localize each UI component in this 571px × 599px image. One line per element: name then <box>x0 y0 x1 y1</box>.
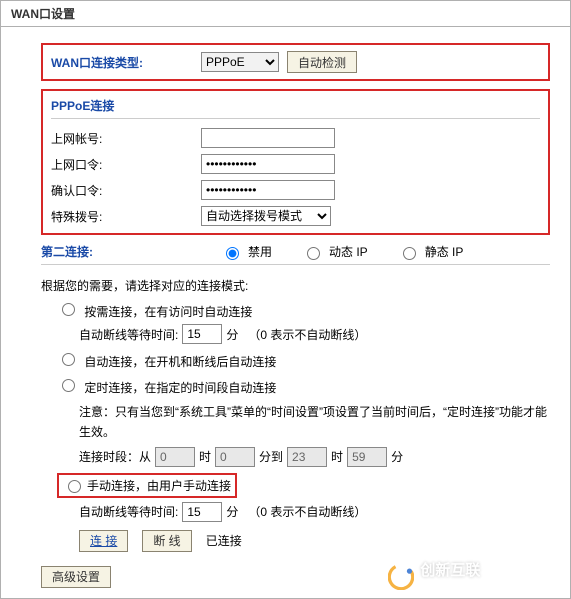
connection-status: 已连接 <box>206 532 242 549</box>
to-hour-input[interactable] <box>287 447 327 467</box>
mode-intro: 根据您的需要，请选择对应的连接模式: <box>41 277 550 294</box>
connect-button[interactable]: 连 接 <box>79 530 128 552</box>
second-conn-static[interactable]: 静态 IP <box>398 243 464 260</box>
to-min-input[interactable] <box>347 447 387 467</box>
dial-mode-select[interactable]: 自动选择拨号模式 <box>201 206 331 226</box>
password-label: 上网口令: <box>51 156 201 173</box>
mode-scheduled-radio[interactable] <box>62 379 75 392</box>
from-min-input[interactable] <box>215 447 255 467</box>
mode-auto[interactable]: 自动连接，在开机和断线后自动连接 <box>57 355 276 369</box>
mode-manual-radio[interactable] <box>68 480 81 493</box>
scheduled-note: 注意：只有当您到“系统工具”菜单的“时间设置”项设置了当前时间后，“定时连接”功… <box>79 402 550 443</box>
second-conn-disabled[interactable]: 禁用 <box>221 243 272 260</box>
auto-wait-hint: （0 表示不自动断线） <box>248 326 366 343</box>
second-conn-label: 第二连接: <box>41 243 191 260</box>
wan-type-label: WAN口连接类型: <box>51 54 201 71</box>
window-title: WAN口设置 <box>1 1 570 27</box>
second-conn-dynamic-radio[interactable] <box>307 247 320 260</box>
mode-scheduled[interactable]: 定时连接，在指定的时间段自动连接 <box>57 381 276 395</box>
highlight-manual: 手动连接，由用户手动连接 <box>57 473 237 498</box>
account-label: 上网帐号: <box>51 130 201 147</box>
manual-wait-input[interactable] <box>182 502 222 522</box>
manual-wait-hint: （0 表示不自动断线） <box>248 503 366 520</box>
from-hour-input[interactable] <box>155 447 195 467</box>
mode-on-demand-radio[interactable] <box>62 303 75 316</box>
disconnect-button[interactable]: 断 线 <box>142 530 191 552</box>
confirm-label: 确认口令: <box>51 182 201 199</box>
watermark: 创新互联 INNOVATE · INTERCONNECT <box>388 563 556 590</box>
dial-label: 特殊拨号: <box>51 208 201 225</box>
second-conn-static-radio[interactable] <box>403 247 416 260</box>
mode-auto-radio[interactable] <box>62 353 75 366</box>
time-range-label: 连接时段：从 <box>79 448 151 465</box>
wan-type-select[interactable]: PPPoE <box>201 52 279 72</box>
highlight-pppoe-block: PPPoE连接 上网帐号: 上网口令: 确认口令: 特殊拨号: 自动选择拨号模式 <box>41 89 550 235</box>
highlight-wan-type: WAN口连接类型: PPPoE 自动检测 <box>41 43 550 81</box>
mode-on-demand[interactable]: 按需连接，在有访问时自动连接 <box>57 305 252 319</box>
password-input[interactable] <box>201 154 335 174</box>
advanced-settings-button[interactable]: 高级设置 <box>41 566 111 588</box>
mode-manual[interactable]: 手动连接，由用户手动连接 <box>63 477 231 494</box>
confirm-input[interactable] <box>201 180 335 200</box>
second-conn-disabled-radio[interactable] <box>226 247 239 260</box>
auto-wait-unit: 分 <box>226 326 238 343</box>
account-input[interactable] <box>201 128 335 148</box>
auto-wait-label: 自动断线等待时间: <box>79 326 178 343</box>
watermark-brand: 创新互联 <box>420 563 556 580</box>
watermark-sub: INNOVATE · INTERCONNECT <box>420 580 556 590</box>
pppoe-header: PPPoE连接 <box>51 95 540 119</box>
second-conn-dynamic[interactable]: 动态 IP <box>302 243 368 260</box>
watermark-logo-icon <box>388 564 414 590</box>
auto-detect-button[interactable]: 自动检测 <box>287 51 357 73</box>
auto-wait-input[interactable] <box>182 324 222 344</box>
manual-wait-label: 自动断线等待时间: <box>79 503 178 520</box>
